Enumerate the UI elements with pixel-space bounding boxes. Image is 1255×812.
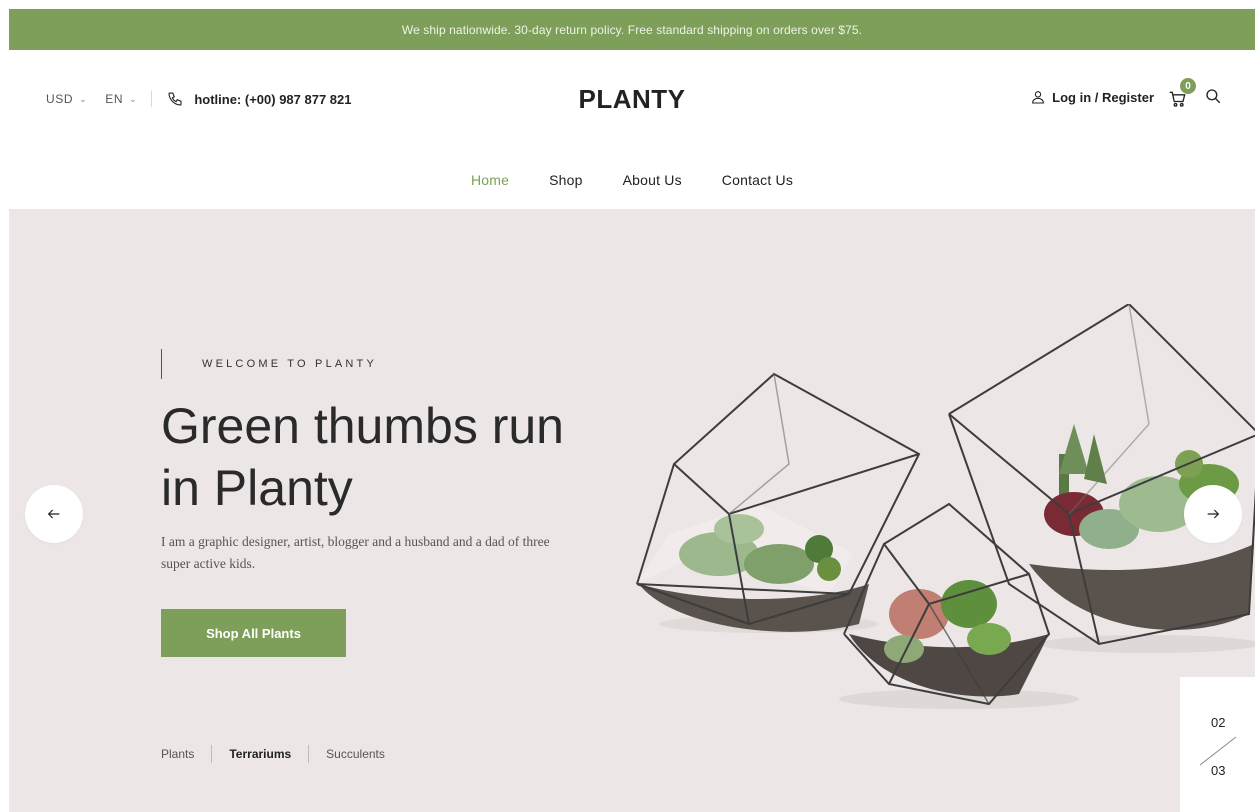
divider [308, 745, 310, 763]
shop-all-plants-button[interactable]: Shop All Plants [161, 609, 346, 657]
divider [211, 745, 213, 763]
announcement-text: We ship nationwide. 30-day return policy… [401, 22, 863, 37]
headline-line-2: in Planty [161, 460, 353, 516]
user-icon [1032, 91, 1045, 104]
login-label: Log in / Register [1052, 89, 1154, 105]
category-terrariums[interactable]: Terrariums [229, 747, 291, 761]
main-nav: Home Shop About Us Contact Us [9, 150, 1255, 209]
header-right: Log in / Register 0 [1030, 78, 1222, 108]
arrow-left-icon [47, 509, 60, 519]
arrow-right-icon [1207, 509, 1220, 519]
search-icon [1206, 88, 1221, 103]
category-plants[interactable]: Plants [161, 747, 194, 761]
slide-counter: 02 03 [1180, 677, 1255, 812]
nav-item-home[interactable]: Home [471, 172, 509, 188]
slide-total: 03 [1211, 763, 1226, 778]
hero-headline: Green thumbs run in Planty [161, 395, 661, 519]
hero-kicker: WELCOME TO PLANTY [161, 349, 377, 379]
hero-slider: WELCOME TO PLANTY Green thumbs run in Pl… [9, 209, 1255, 812]
headline-line-1: Green thumbs run [161, 398, 564, 454]
hero-subtext: I am a graphic designer, artist, blogger… [161, 534, 550, 572]
slide-current: 02 [1211, 715, 1226, 730]
cart-count-badge: 0 [1180, 78, 1196, 94]
search-button[interactable] [1204, 87, 1222, 108]
terrarium-image [636, 304, 1255, 709]
nav-item-shop[interactable]: Shop [549, 172, 583, 188]
login-register-link[interactable]: Log in / Register [1030, 89, 1154, 105]
category-succulents[interactable]: Succulents [326, 747, 385, 761]
slider-next-button[interactable] [1184, 485, 1242, 543]
nav-item-about-us[interactable]: About Us [623, 172, 682, 188]
site-header: USD ⌄ EN ⌄ hotline: (+00) 987 877 821 PL… [9, 50, 1255, 150]
kicker-bar [161, 349, 162, 379]
cart-button[interactable]: 0 [1168, 78, 1196, 108]
slider-prev-button[interactable] [25, 485, 83, 543]
nav-item-contact-us[interactable]: Contact Us [722, 172, 793, 188]
page: We ship nationwide. 30-day return policy… [0, 0, 1255, 812]
announcement-bar: We ship nationwide. 30-day return policy… [9, 9, 1255, 50]
hero-categories: Plants Terrariums Succulents [161, 745, 385, 763]
kicker-text: WELCOME TO PLANTY [202, 358, 378, 370]
